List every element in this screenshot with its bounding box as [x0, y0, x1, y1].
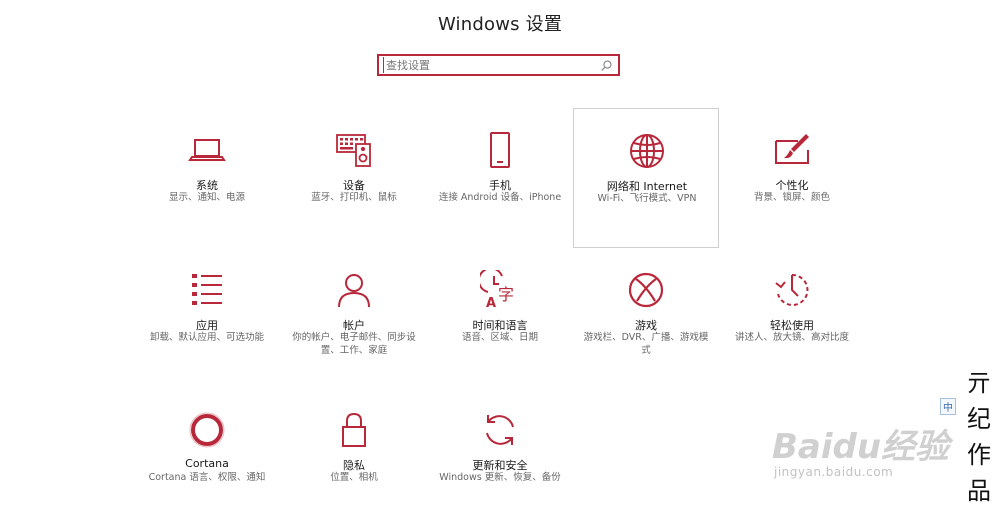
tile-apps[interactable]: 应用 卸载、默认应用、可选功能	[134, 248, 280, 388]
person-icon	[334, 270, 374, 310]
globe-icon	[627, 131, 667, 171]
svg-text:字: 字	[498, 285, 514, 304]
tile-description: 讲述人、放大镜、高对比度	[734, 332, 849, 343]
tile-system[interactable]: 系统 显示、通知、电源	[134, 108, 280, 248]
settings-window: Windows 设置 系统 显示、通知、电源	[0, 0, 1000, 510]
tile-description: 连接 Android 设备、iPhone	[438, 192, 562, 203]
tile-description: 蓝牙、打印机、鼠标	[311, 192, 397, 203]
search-input[interactable]	[383, 57, 596, 73]
tile-description: 背景、锁屏、颜色	[753, 192, 830, 203]
refresh-icon	[480, 410, 520, 450]
watermark-url: jingyan.baidu.com	[774, 465, 894, 479]
baidu-watermark: Baidu经验 jingyan.baidu.com	[772, 405, 952, 485]
ease-of-access-icon	[772, 270, 812, 310]
tile-description: Cortana 语言、权限、通知	[148, 472, 266, 483]
tile-description: 位置、相机	[330, 472, 378, 483]
search-icon[interactable]	[600, 59, 613, 72]
paint-brush-icon	[772, 130, 812, 170]
tile-cortana[interactable]: Cortana Cortana 语言、权限、通知	[134, 388, 280, 510]
tile-devices[interactable]: 设备 蓝牙、打印机、鼠标	[281, 108, 427, 248]
time-language-icon: A 字	[480, 270, 520, 310]
tile-time-language[interactable]: A 字 时间和语言 语音、区域、日期	[427, 248, 573, 388]
tile-description: 显示、通知、电源	[168, 192, 245, 203]
cortana-ring-icon	[187, 410, 227, 450]
author-signature: 亓纪作品	[967, 369, 991, 505]
lock-icon	[334, 410, 374, 450]
tile-privacy[interactable]: 隐私 位置、相机	[281, 388, 427, 510]
tile-description: Windows 更新、恢复、备份	[439, 472, 561, 483]
tile-label: Cortana	[185, 457, 229, 470]
tile-description: 语音、区域、日期	[461, 332, 538, 343]
tile-description: 游戏栏、DVR、广播、游戏模式	[583, 332, 709, 356]
tile-description: 你的帐户、电子邮件、同步设置、工作、家庭	[292, 332, 416, 356]
tile-accounts[interactable]: 帐户 你的帐户、电子邮件、同步设置、工作、家庭	[281, 248, 427, 388]
tile-description: Wi-Fi、飞行模式、VPN	[597, 193, 697, 204]
tile-phone[interactable]: 手机 连接 Android 设备、iPhone	[427, 108, 573, 248]
tile-personalization[interactable]: 个性化 背景、锁屏、颜色	[719, 108, 865, 248]
app-list-icon	[187, 270, 227, 310]
svg-text:A: A	[486, 296, 496, 310]
tile-network[interactable]: 网络和 Internet Wi-Fi、飞行模式、VPN	[573, 108, 719, 248]
keyboard-speaker-icon	[334, 130, 374, 170]
laptop-icon	[187, 130, 227, 170]
watermark-brand: Baidu经验	[772, 427, 950, 467]
phone-icon	[480, 130, 520, 170]
xbox-icon	[626, 270, 666, 310]
tile-gaming[interactable]: 游戏 游戏栏、DVR、广播、游戏模式	[573, 248, 719, 388]
search-box[interactable]	[377, 54, 620, 76]
page-title: Windows 设置	[437, 14, 563, 35]
tile-description: 卸载、默认应用、可选功能	[149, 332, 264, 343]
tile-ease-of-access[interactable]: 轻松使用 讲述人、放大镜、高对比度	[719, 248, 865, 388]
tile-update-security[interactable]: 更新和安全 Windows 更新、恢复、备份	[427, 388, 573, 510]
